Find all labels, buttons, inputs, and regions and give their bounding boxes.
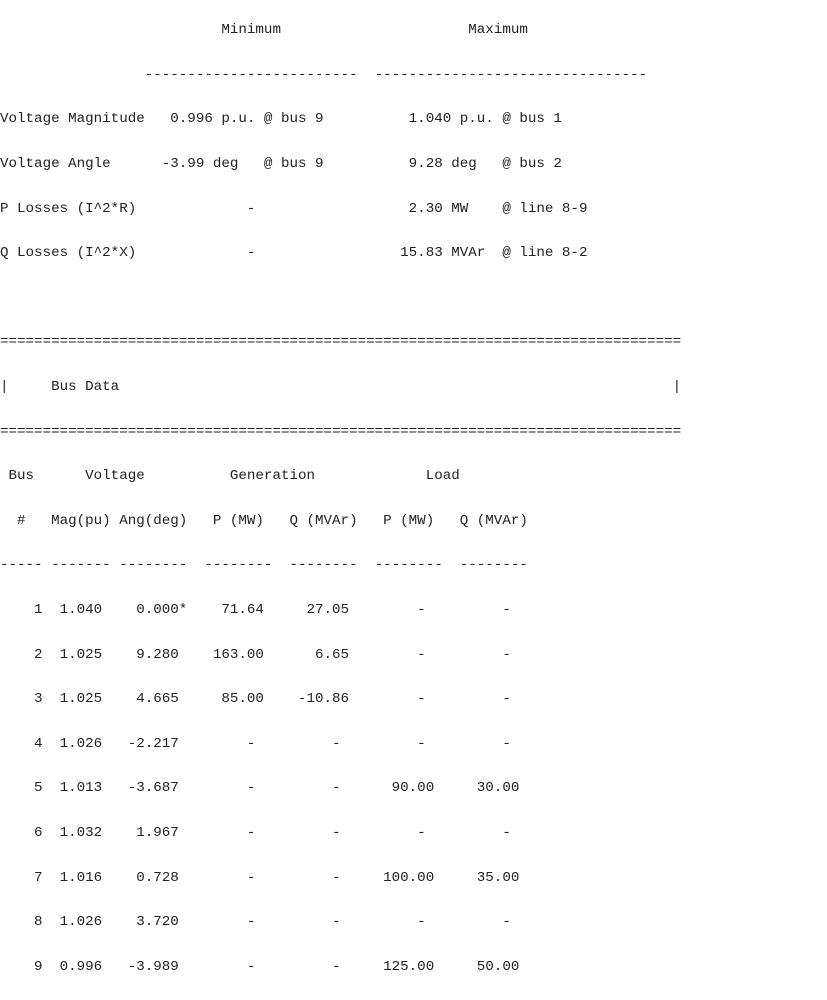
bus-table-header-2: # Mag(pu) Ang(deg) P (MW) Q (MVAr) P (MW… [0, 512, 528, 529]
bus-table-header-1: Bus Voltage Generation Load [0, 468, 460, 485]
bus-table-dash-line: ----- ------- -------- -------- --------… [0, 557, 528, 574]
bus-data-title: | Bus Data | [0, 379, 682, 396]
double-rule-bottom: ========================================… [0, 423, 682, 440]
bus-row-4: 4 1.026 -2.217 - - - - [0, 735, 511, 752]
double-rule-top: ========================================… [0, 334, 682, 351]
bus-row-3: 3 1.025 4.665 85.00 -10.86 - - [0, 691, 511, 708]
summary-rule-line: ------------------------- --------------… [0, 66, 648, 83]
summary-row-q-losses: Q Losses (I^2*X) - 15.83 MVAr @ line 8-2 [0, 245, 588, 262]
bus-row-5: 5 1.013 -3.687 - - 90.00 30.00 [0, 780, 520, 797]
bus-row-6: 6 1.032 1.967 - - - - [0, 824, 511, 841]
bus-row-7: 7 1.016 0.728 - - 100.00 35.00 [0, 869, 520, 886]
bus-row-9: 9 0.996 -3.989 - - 125.00 50.00 [0, 958, 520, 975]
console-output: Minimum Maximum ------------------------… [0, 0, 681, 1000]
summary-header-line: Minimum Maximum [0, 22, 528, 39]
bus-row-1: 1 1.040 0.000* 71.64 27.05 - - [0, 602, 511, 619]
summary-row-voltage-magnitude: Voltage Magnitude 0.996 p.u. @ bus 9 1.0… [0, 111, 562, 128]
bus-row-2: 2 1.025 9.280 163.00 6.65 - - [0, 646, 511, 663]
summary-row-voltage-angle: Voltage Angle -3.99 deg @ bus 9 9.28 deg… [0, 156, 562, 173]
bus-row-8: 8 1.026 3.720 - - - - [0, 914, 511, 931]
summary-row-p-losses: P Losses (I^2*R) - 2.30 MW @ line 8-9 [0, 200, 588, 217]
